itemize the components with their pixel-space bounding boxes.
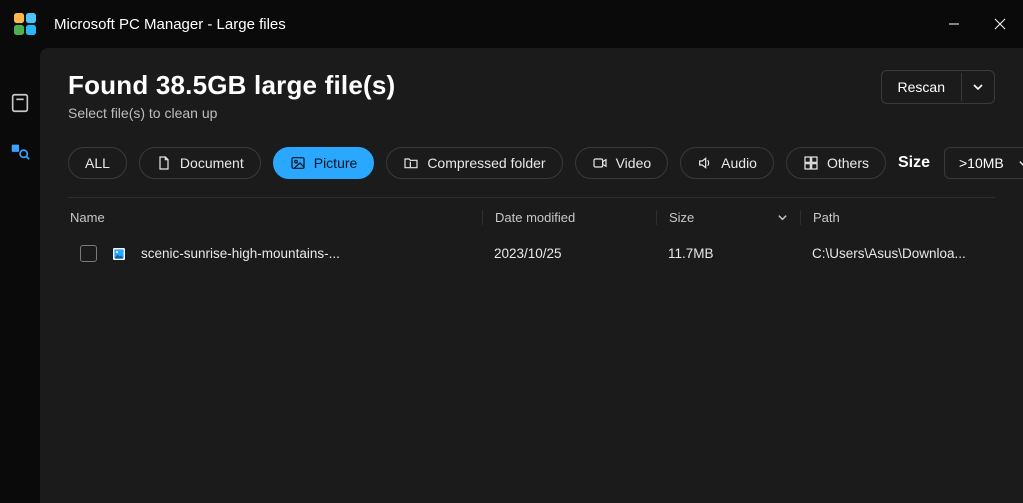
left-rail	[0, 48, 40, 503]
compressed-folder-icon	[403, 155, 419, 171]
image-file-icon	[111, 246, 127, 262]
video-icon	[592, 155, 608, 171]
app-logo-icon	[14, 13, 36, 35]
row-checkbox[interactable]	[80, 245, 97, 262]
col-path[interactable]: Path	[800, 210, 995, 225]
page-title: Found 38.5GB large file(s)	[68, 70, 395, 101]
filter-video[interactable]: Video	[575, 147, 669, 179]
file-date: 2023/10/25	[482, 246, 656, 261]
content-pane: Found 38.5GB large file(s) Select file(s…	[40, 48, 1023, 503]
column-headers: Name Date modified Size Path	[68, 198, 995, 237]
filter-others[interactable]: Others	[786, 147, 886, 179]
nav-search-icon[interactable]	[9, 140, 31, 162]
filter-all[interactable]: ALL	[68, 147, 127, 179]
filter-row: ALL Document Picture Compressed folder V…	[68, 147, 995, 198]
rescan-button[interactable]: Rescan	[881, 70, 995, 104]
page-subtitle: Select file(s) to clean up	[68, 105, 395, 121]
rescan-chevron-icon[interactable]	[961, 73, 994, 101]
titlebar: Microsoft PC Manager - Large files	[0, 0, 1023, 48]
minimize-button[interactable]	[931, 0, 977, 48]
sort-chevron-icon	[777, 212, 788, 223]
table-row[interactable]: scenic-sunrise-high-mountains-... 2023/1…	[68, 237, 995, 270]
audio-icon	[697, 155, 713, 171]
file-path: C:\Users\Asus\Downloa...	[800, 246, 995, 261]
size-label: Size	[898, 154, 930, 172]
col-name[interactable]: Name	[68, 210, 482, 225]
app-title: Microsoft PC Manager - Large files	[54, 16, 286, 33]
nav-storage-icon[interactable]	[9, 92, 31, 114]
rescan-label: Rescan	[882, 71, 961, 103]
filter-picture[interactable]: Picture	[273, 147, 375, 179]
chevron-down-icon	[1018, 158, 1023, 169]
filter-audio[interactable]: Audio	[680, 147, 774, 179]
file-size: 11.7MB	[656, 246, 800, 261]
document-icon	[156, 155, 172, 171]
others-icon	[803, 155, 819, 171]
picture-icon	[290, 155, 306, 171]
close-button[interactable]	[977, 0, 1023, 48]
filter-compressed[interactable]: Compressed folder	[386, 147, 562, 179]
file-name: scenic-sunrise-high-mountains-...	[141, 246, 340, 261]
filter-document[interactable]: Document	[139, 147, 261, 179]
size-dropdown[interactable]: >10MB	[944, 147, 1023, 179]
col-date[interactable]: Date modified	[482, 210, 656, 225]
col-size[interactable]: Size	[656, 210, 800, 225]
